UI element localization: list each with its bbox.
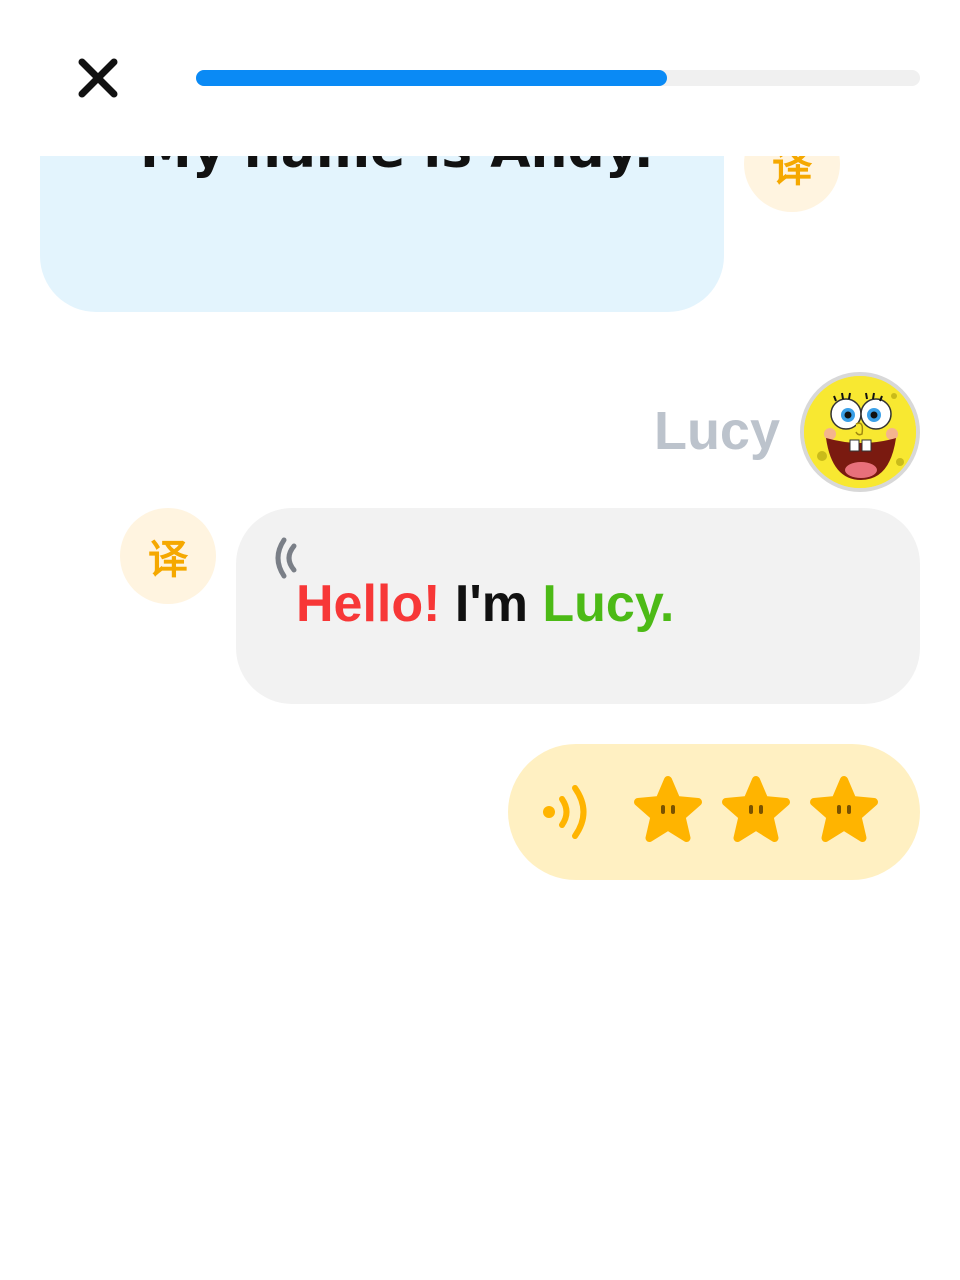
- progress-bar: [196, 70, 920, 86]
- close-button[interactable]: [68, 48, 128, 108]
- progress-fill: [196, 70, 667, 86]
- translate-button-andy[interactable]: 译: [744, 156, 840, 212]
- message-text-lucy: Hello! I'm Lucy.: [296, 574, 674, 634]
- word-lucy[interactable]: Lucy.: [542, 575, 674, 633]
- message-text-andy: My name is Andy.: [140, 156, 654, 180]
- star-icon: [722, 776, 790, 842]
- translate-button-lucy[interactable]: 译: [120, 508, 216, 604]
- star-icon: [810, 776, 878, 842]
- translate-label: 译: [148, 537, 188, 583]
- close-icon: [78, 58, 118, 98]
- score-playback-button[interactable]: [508, 744, 920, 880]
- message-bubble-andy[interactable]: My name is Andy.: [40, 156, 724, 312]
- spongebob-avatar: [800, 372, 920, 492]
- translate-label: 译: [772, 156, 812, 191]
- message-bubble-lucy[interactable]: Hello! I'm Lucy.: [236, 508, 920, 704]
- word-hello[interactable]: Hello!: [296, 575, 440, 633]
- star-icon: [634, 776, 702, 842]
- sound-wave-icon: [543, 785, 587, 839]
- speaker-name: Lucy: [653, 401, 780, 461]
- word-im: I'm: [440, 575, 543, 633]
- chat-area: My name is Andy. 译 Lucy: [0, 156, 960, 1280]
